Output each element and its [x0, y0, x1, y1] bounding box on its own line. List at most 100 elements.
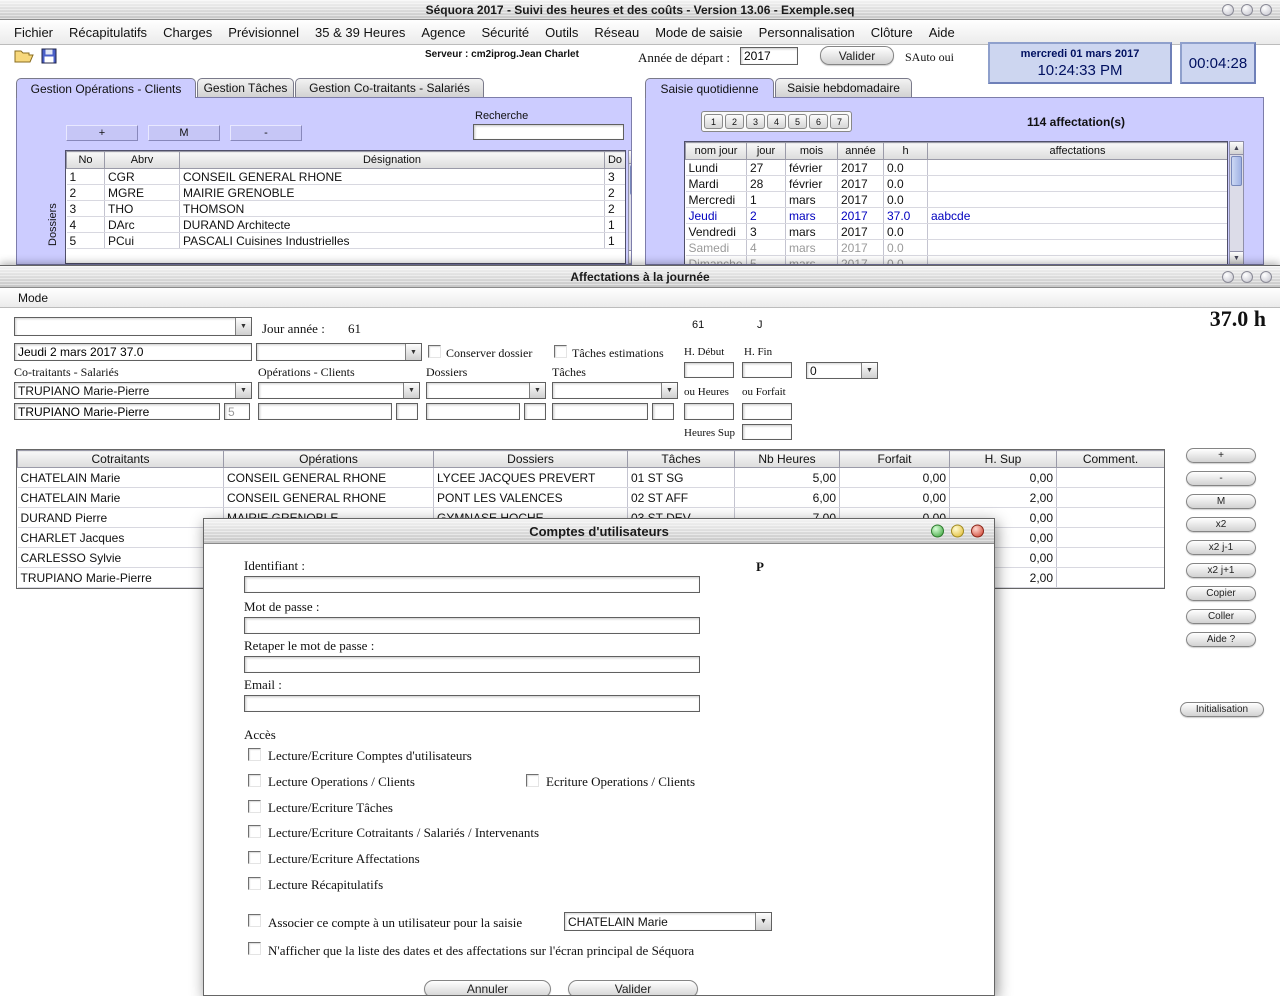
mot-de-passe-input[interactable]	[244, 617, 700, 634]
annuler-button[interactable]: Annuler	[424, 980, 551, 996]
day-select-combo[interactable]: ▼	[14, 317, 252, 336]
table-row[interactable]: 4 DArc DURAND Architecte 1	[67, 217, 626, 233]
col-header-h[interactable]: h	[884, 143, 928, 160]
remove-button[interactable]: -	[230, 125, 302, 141]
window-minimize-button[interactable]	[1222, 271, 1234, 283]
col-header-no[interactable]: No	[67, 152, 105, 169]
col-header-taches[interactable]: Tâches	[628, 451, 735, 468]
coller-button[interactable]: Coller	[1186, 609, 1256, 624]
x2-jminus1-button[interactable]: x2 j-1	[1186, 540, 1256, 555]
col-header-annee[interactable]: année	[838, 143, 884, 160]
h-debut-input[interactable]	[684, 362, 734, 378]
acces-cotraitants-checkbox[interactable]	[248, 825, 261, 838]
chevron-down-icon[interactable]: ▼	[235, 383, 251, 398]
chevron-down-icon[interactable]: ▼	[861, 363, 877, 378]
valider-dialog-button[interactable]: Valider	[568, 980, 698, 996]
clients-scrollbar[interactable]: ▲ ▼	[628, 150, 632, 264]
menu-charges[interactable]: Charges	[155, 20, 220, 44]
col-header-h-sup[interactable]: H. Sup	[950, 451, 1057, 468]
table-row-selected[interactable]: Jeudi 2 mars 2017 37.0 aabcde	[686, 208, 1228, 224]
day-button-5[interactable]: 5	[788, 114, 807, 129]
taches-estimations-checkbox[interactable]	[554, 345, 567, 358]
menu-aide[interactable]: Aide	[921, 20, 963, 44]
acces-comptes-checkbox[interactable]	[248, 748, 261, 761]
menu-outils[interactable]: Outils	[537, 20, 586, 44]
col-header-forfait[interactable]: Forfait	[840, 451, 950, 468]
menu-35-39-heures[interactable]: 35 & 39 Heures	[307, 20, 413, 44]
window-zoom-button[interactable]	[1241, 271, 1253, 283]
table-row[interactable]: Mercredi 1 mars 2017 0.0	[686, 192, 1228, 208]
table-row[interactable]: Dimanche 5 mars 2017 0.0	[686, 256, 1228, 266]
day-button-1[interactable]: 1	[704, 114, 723, 129]
modify-row-button[interactable]: M	[1186, 494, 1256, 509]
menu-personnalisation[interactable]: Personnalisation	[751, 20, 863, 44]
window-close-button[interactable]	[1260, 271, 1272, 283]
operations-field[interactable]	[258, 403, 392, 420]
copier-button[interactable]: Copier	[1186, 586, 1256, 601]
table-row[interactable]: Mardi 28 février 2017 0.0	[686, 176, 1228, 192]
h-fin-input[interactable]	[742, 362, 792, 378]
tab-gestion-operations-clients[interactable]: Gestion Opérations - Clients	[16, 78, 196, 98]
taches-field[interactable]	[552, 403, 648, 420]
add-row-button[interactable]: +	[1186, 448, 1256, 463]
col-header-cotraitants[interactable]: Cotraitants	[18, 451, 224, 468]
valider-button[interactable]: Valider	[820, 46, 894, 65]
scroll-up-icon[interactable]: ▲	[629, 151, 632, 164]
scroll-down-icon[interactable]: ▼	[1230, 251, 1243, 264]
menu-mode-de-saisie[interactable]: Mode de saisie	[647, 20, 750, 44]
col-header-nb-heures[interactable]: Nb Heures	[735, 451, 840, 468]
daily-scrollbar[interactable]: ▲ ▼	[1229, 141, 1244, 265]
operation-select-combo[interactable]: ▼	[256, 343, 422, 361]
tab-saisie-quotidienne[interactable]: Saisie quotidienne	[645, 78, 774, 98]
tab-gestion-cotraitants-salaries[interactable]: Gestion Co-traitants - Salariés	[295, 78, 484, 97]
zero-combo[interactable]: 0 ▼	[806, 362, 878, 379]
cotraitant-num-field[interactable]	[224, 403, 250, 420]
col-header-comment[interactable]: Comment.	[1057, 451, 1165, 468]
menu-previsionnel[interactable]: Prévisionnel	[220, 20, 307, 44]
day-button-6[interactable]: 6	[809, 114, 828, 129]
save-button[interactable]	[41, 48, 58, 65]
menu-fichier[interactable]: Fichier	[6, 20, 61, 44]
x2-button[interactable]: x2	[1186, 517, 1256, 532]
window-zoom-button[interactable]	[951, 525, 964, 538]
tab-gestion-taches[interactable]: Gestion Tâches	[197, 78, 294, 97]
menu-reseau[interactable]: Réseau	[586, 20, 647, 44]
col-header-nom-jour[interactable]: nom jour	[686, 143, 747, 160]
day-button-3[interactable]: 3	[746, 114, 765, 129]
email-input[interactable]	[244, 695, 700, 712]
dossiers-field[interactable]	[426, 403, 520, 420]
cotraitant-field[interactable]	[14, 403, 220, 420]
taches-combo[interactable]: ▼	[552, 382, 678, 399]
menu-agence[interactable]: Agence	[413, 20, 473, 44]
menu-cloture[interactable]: Clôture	[863, 20, 921, 44]
menu-securite[interactable]: Sécurité	[473, 20, 537, 44]
conserver-dossier-checkbox[interactable]	[428, 345, 441, 358]
menu-recapitulatifs[interactable]: Récapitulatifs	[61, 20, 155, 44]
lecture-operations-checkbox[interactable]	[248, 774, 261, 787]
initialisation-button[interactable]: Initialisation	[1180, 702, 1264, 717]
col-header-do[interactable]: Do	[605, 152, 626, 169]
identifiant-input[interactable]	[244, 576, 700, 593]
nafficher-checkbox[interactable]	[248, 942, 261, 955]
table-row[interactable]: 3 THO THOMSON 2	[67, 201, 626, 217]
acces-affectations-checkbox[interactable]	[248, 851, 261, 864]
modify-button[interactable]: M	[148, 125, 220, 141]
col-header-designation[interactable]: Désignation	[180, 152, 605, 169]
chevron-down-icon[interactable]: ▼	[755, 913, 771, 930]
ou-heures-input[interactable]	[684, 403, 734, 420]
table-row[interactable]: Vendredi 3 mars 2017 0.0	[686, 224, 1228, 240]
col-header-jour[interactable]: jour	[747, 143, 786, 160]
scrollbar-thumb[interactable]	[630, 165, 632, 195]
dossiers-num-field[interactable]	[524, 403, 546, 420]
chevron-down-icon[interactable]: ▼	[661, 383, 677, 398]
day-button-7[interactable]: 7	[830, 114, 849, 129]
open-file-button[interactable]	[14, 48, 36, 65]
window-zoom-button[interactable]	[1241, 4, 1253, 16]
acces-taches-checkbox[interactable]	[248, 800, 261, 813]
associer-user-combo[interactable]: CHATELAIN Marie ▼	[564, 912, 772, 931]
window-minimize-button[interactable]	[931, 525, 944, 538]
affect-window-titlebar[interactable]: Affectations à la journée	[0, 266, 1280, 288]
dossiers-combo[interactable]: ▼	[426, 382, 546, 399]
table-row[interactable]: Samedi 4 mars 2017 0.0	[686, 240, 1228, 256]
window-close-button[interactable]	[971, 525, 984, 538]
